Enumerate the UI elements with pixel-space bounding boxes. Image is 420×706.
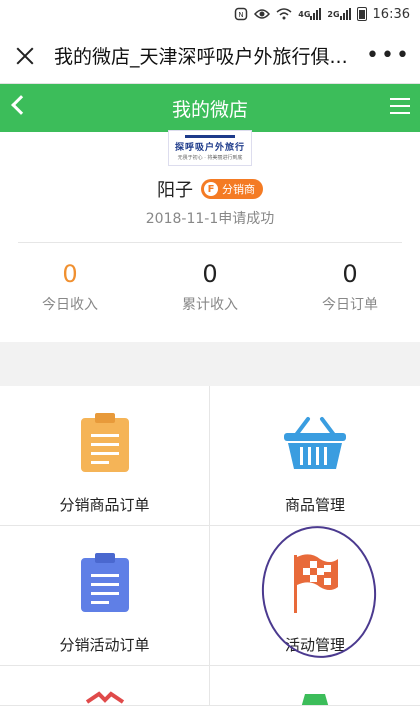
- status-bar: N 4G 2G 16:36: [0, 0, 420, 28]
- nfc-icon: N: [234, 7, 248, 21]
- stat-value: 0: [202, 260, 218, 288]
- menu-item-partial-right[interactable]: [210, 666, 420, 706]
- menu-item-label: 分销商品订单: [59, 496, 150, 514]
- battery-icon: [356, 7, 367, 21]
- user-name: 阳子: [157, 180, 193, 201]
- stat-today-income[interactable]: 0 今日收入: [0, 256, 140, 314]
- menu-item-distribution-goods-orders[interactable]: 分销商品订单: [0, 386, 210, 526]
- logo-slogan: 无畏于初心 · 将美丽进行到底: [177, 155, 243, 161]
- logo-text: 探呼吸户外旅行: [174, 143, 245, 153]
- profile-card: 探呼吸户外旅行 无畏于初心 · 将美丽进行到底 阳子 F 分销商 2018-11…: [0, 130, 420, 342]
- stat-today-orders[interactable]: 0 今日订单: [280, 256, 420, 314]
- menu-list-icon[interactable]: [390, 98, 410, 116]
- eye-icon: [254, 8, 271, 20]
- close-icon[interactable]: [14, 45, 36, 67]
- stat-label: 今日收入: [42, 297, 98, 313]
- menu-item-partial-left[interactable]: [0, 666, 210, 706]
- checkered-flag-icon: [280, 548, 350, 618]
- menu-item-distribution-activity-orders[interactable]: 分销活动订单: [0, 526, 210, 666]
- shop-logo: 探呼吸户外旅行 无畏于初心 · 将美丽进行到底: [168, 130, 252, 166]
- net-2g-label: 2G: [327, 9, 340, 19]
- signal-2g-icon: 2G: [327, 8, 351, 20]
- stat-total-income[interactable]: 0 累计收入: [140, 256, 280, 314]
- menu-item-activity-management[interactable]: 活动管理: [210, 526, 420, 666]
- clipboard-orange-icon: [70, 408, 140, 478]
- stat-label: 累计收入: [182, 297, 238, 313]
- apply-status: 2018-11-1申请成功: [145, 211, 275, 227]
- badge-label: 分销商: [222, 183, 255, 196]
- basket-icon: [280, 408, 350, 478]
- clipboard-blue-icon: [70, 548, 140, 618]
- menu-item-label: 分销活动订单: [59, 636, 150, 654]
- back-arrow-icon[interactable]: [11, 95, 31, 115]
- stat-value: 0: [62, 260, 78, 288]
- stats-row: 0 今日收入 0 累计收入 0 今日订单: [0, 256, 420, 314]
- menu-item-label: 活动管理: [284, 636, 345, 654]
- menu-item-label: 商品管理: [284, 496, 345, 514]
- svg-text:N: N: [239, 11, 244, 19]
- clock: 16:36: [372, 6, 410, 22]
- menu-item-goods-management[interactable]: 商品管理: [210, 386, 420, 526]
- distributor-badge: F 分销商: [201, 179, 263, 199]
- wifi-icon: [276, 8, 292, 20]
- app-header: 我的微店: [0, 84, 420, 132]
- more-options-button[interactable]: •••: [366, 43, 409, 68]
- bow-red-icon: [85, 688, 125, 705]
- user-line: 阳子 F 分销商: [0, 176, 420, 202]
- menu-grid: 分销商品订单 商品管理 分销活动订单 活动管理: [0, 386, 420, 706]
- wechat-title-bar: 我的微店_天津深呼吸户外旅行俱... •••: [0, 28, 420, 84]
- box-green-icon: [295, 688, 335, 705]
- wechat-page-title: 我的微店_天津深呼吸户外旅行俱...: [54, 46, 348, 68]
- page-title: 我的微店: [171, 98, 248, 121]
- badge-f-icon: F: [204, 182, 218, 196]
- stat-value: 0: [342, 260, 358, 288]
- stat-label: 今日订单: [322, 297, 378, 313]
- net-4g-label: 4G: [298, 9, 311, 19]
- signal-4g-icon: 4G: [298, 8, 322, 20]
- divider: [18, 242, 402, 243]
